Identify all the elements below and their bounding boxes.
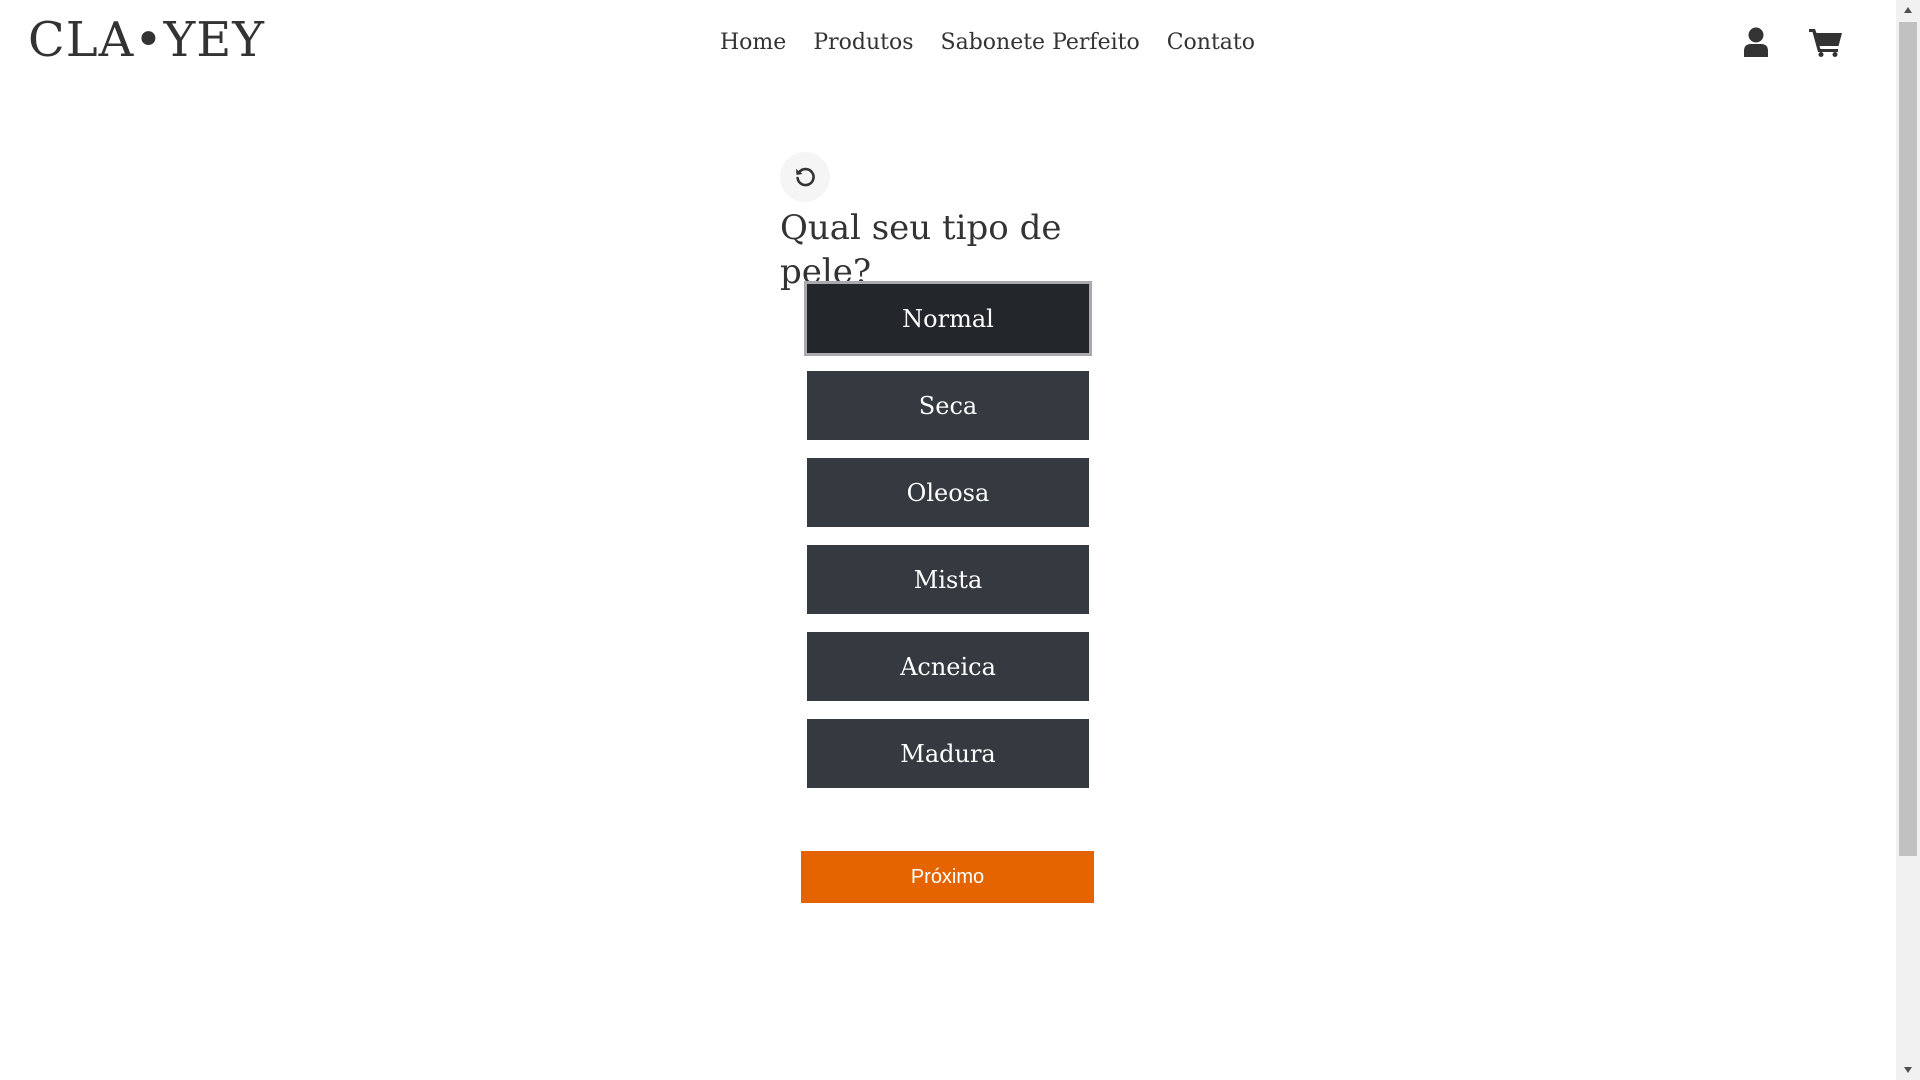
options-list: Normal Seca Oleosa Mista Acneica Madura [804, 281, 1092, 806]
header-actions [1738, 24, 1844, 60]
page: CLA•YEY Home Produtos Sabonete Perfeito … [0, 0, 1920, 1080]
option-seca[interactable]: Seca [807, 371, 1089, 440]
scrollbar-thumb[interactable] [1899, 22, 1917, 856]
scroll-up-arrow-icon[interactable] [1896, 0, 1920, 20]
scroll-down-arrow-icon[interactable] [1896, 1060, 1920, 1080]
scrollbar[interactable] [1896, 0, 1920, 1080]
next-button[interactable]: Próximo [801, 851, 1094, 903]
user-icon[interactable] [1738, 24, 1774, 60]
option-madura[interactable]: Madura [807, 719, 1089, 788]
option-acneica[interactable]: Acneica [807, 632, 1089, 701]
option-oleosa[interactable]: Oleosa [807, 458, 1089, 527]
main-nav: Home Produtos Sabonete Perfeito Contato [720, 28, 1255, 58]
option-normal[interactable]: Normal [804, 281, 1092, 356]
nav-sabonete-perfeito[interactable]: Sabonete Perfeito [941, 28, 1140, 58]
option-mista[interactable]: Mista [807, 545, 1089, 614]
question-title: Qual seu tipo de pele? [780, 208, 1062, 292]
rotate-ccw-icon[interactable] [780, 152, 830, 202]
skin-type-quiz: Qual seu tipo de pele? Normal Seca Oleos… [780, 152, 1140, 903]
nav-contato[interactable]: Contato [1167, 28, 1255, 58]
brand-logo[interactable]: CLA•YEY [28, 12, 265, 68]
nav-home[interactable]: Home [720, 28, 786, 58]
nav-produtos[interactable]: Produtos [813, 28, 913, 58]
cart-icon[interactable] [1808, 24, 1844, 60]
